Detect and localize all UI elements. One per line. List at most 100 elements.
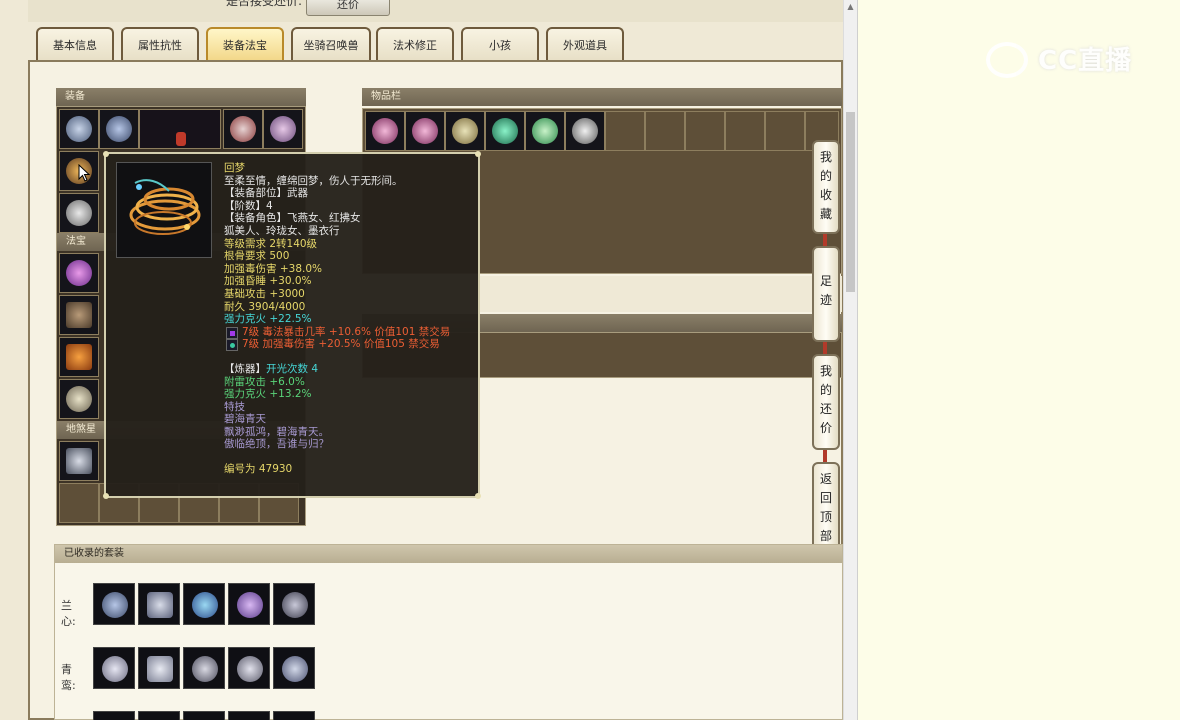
empty-slot [59,483,99,523]
inventory-item-4[interactable] [485,111,525,151]
empty-slot [605,111,645,151]
item-serial: 编号为 47930 [224,463,293,476]
scrollbar-thumb[interactable] [846,112,855,292]
treasure-slot-2[interactable] [59,295,99,335]
set-item[interactable] [138,711,180,720]
sets-header: 已收录的套装 [55,545,842,563]
item-tooltip: 回梦 至柔至情，缠绵回梦，伤人于无形间。 【装备部位】武器 【阶数】4 【装备角… [103,151,481,499]
set-item[interactable] [183,647,225,689]
tooltip-corner [475,493,481,499]
item-durability: 耐久 3904/4000 [224,300,306,313]
set-item[interactable] [273,583,315,625]
inventory-item-3[interactable] [445,111,485,151]
empty-slot [645,111,685,151]
treasure-1-icon [66,260,92,286]
fengshui-slot-1[interactable] [59,441,99,481]
gem-line-1: 7级 毒法暴击几率 +10.6% 价值101 禁交易 [224,326,474,339]
treasure-slot-4[interactable] [59,379,99,419]
poem-line-1: 飘渺孤鸿，碧海青天。 [224,425,329,438]
necklace-icon [106,116,132,142]
inventory-item-2[interactable] [405,111,445,151]
item-roles-cont: 狐美人、玲珑女、墨衣行 [224,224,340,237]
my-bargains-button[interactable]: 我的还价 [812,354,840,450]
footprints-button[interactable]: 足迹 [812,246,840,342]
treasure-2-icon [66,302,92,328]
side-connector [823,450,827,462]
bargain-button[interactable]: 还价 [306,0,390,16]
equip-slot-shoes[interactable] [59,193,99,233]
bone-requirement: 根骨要求 500 [224,250,290,263]
set-item[interactable] [273,711,315,720]
tooltip-corner [103,493,109,499]
equip-slot-mask[interactable] [223,109,263,149]
tab-mounts-pets[interactable]: 坐骑召唤兽 [291,27,371,61]
back-to-top-label: 返回顶部 [819,472,832,543]
inventory-item-5-icon [532,118,558,144]
equip-slot-accessory[interactable] [263,109,303,149]
inventory-item-6-icon [572,118,598,144]
treasure-4-icon [66,386,92,412]
game-item-page: 是否接受还价: 还价 基本信息 属性抗性 装备法宝 坐骑召唤兽 法术修正 小孩 … [0,0,858,720]
tab-attributes[interactable]: 属性抗性 [121,27,199,61]
tab-spell-mods[interactable]: 法术修正 [376,27,454,61]
attr-base-attack: 基础攻击 +3000 [224,287,305,300]
equip-slot-necklace[interactable] [99,109,139,149]
inventory-item-6[interactable] [565,111,605,151]
set-item[interactable] [228,583,270,625]
ring-icon [237,592,263,618]
tooltip-corner [103,151,109,157]
back-to-top-button[interactable]: 返回顶部 [812,462,840,556]
attr-sleep: 加强昏睡 +30.0% [224,275,312,288]
set-item[interactable] [138,647,180,689]
skill-label: 特技 [224,400,245,413]
helmet-icon [66,116,92,142]
necklace-icon [102,592,128,618]
item-slot: 【装备部位】武器 [224,187,308,200]
set-item[interactable] [183,711,225,720]
empty-slot [765,111,805,151]
top-strip: 是否接受还价: 还价 [28,0,843,22]
set-item[interactable] [273,647,315,689]
treasure-3-icon [66,344,92,370]
tab-basic-info[interactable]: 基本信息 [36,27,114,61]
inventory-item-5[interactable] [525,111,565,151]
scroll-up-icon[interactable]: ▲ [846,2,855,12]
tab-equipment[interactable]: 装备法宝 [206,27,284,61]
treasure-slot-1[interactable] [59,253,99,293]
set-item[interactable] [228,647,270,689]
favorites-button[interactable]: 我的收藏 [812,140,840,234]
inventory-item-2-icon [412,118,438,144]
treasure-slot-3[interactable] [59,337,99,377]
set-item[interactable] [93,583,135,625]
poem-line-2: 傲临绝顶，吾谁与归？ [224,438,329,451]
character-icon [176,132,186,146]
tab-appearance[interactable]: 外观道具 [546,27,624,61]
item-name: 回梦 [224,162,245,174]
tab-child[interactable]: 小孩 [461,27,539,61]
equip-slot-helmet[interactable] [59,109,99,149]
set-item[interactable] [138,583,180,625]
inventory-item-1[interactable] [365,111,405,151]
empty-slot [685,111,725,151]
side-connector [823,342,827,354]
footprints-label: 足迹 [819,274,832,307]
empty-slot [725,111,765,151]
shoes-icon [66,200,92,226]
skill-name: 碧海青天 [224,413,266,426]
refine-fire-resist: 强力克火 +13.2% [224,388,312,401]
set-item[interactable] [228,711,270,720]
set-item[interactable] [93,647,135,689]
purple-gem-icon [226,326,238,339]
mask-icon [237,656,263,682]
item-tier: 【阶数】4 [224,199,273,212]
level-requirement: 等级需求 2转140级 [224,237,318,250]
inventory-header: 物品栏 [362,88,842,106]
refine-count: 开光次数 4 [266,362,319,375]
page-scrollbar[interactable]: ▲ [843,0,857,720]
set-item[interactable] [183,583,225,625]
set-item[interactable] [93,711,135,720]
item-roles: 【装备角色】飞燕女、红拂女 [224,212,361,225]
belt-icon [282,592,308,618]
inventory-item-1-icon [372,118,398,144]
